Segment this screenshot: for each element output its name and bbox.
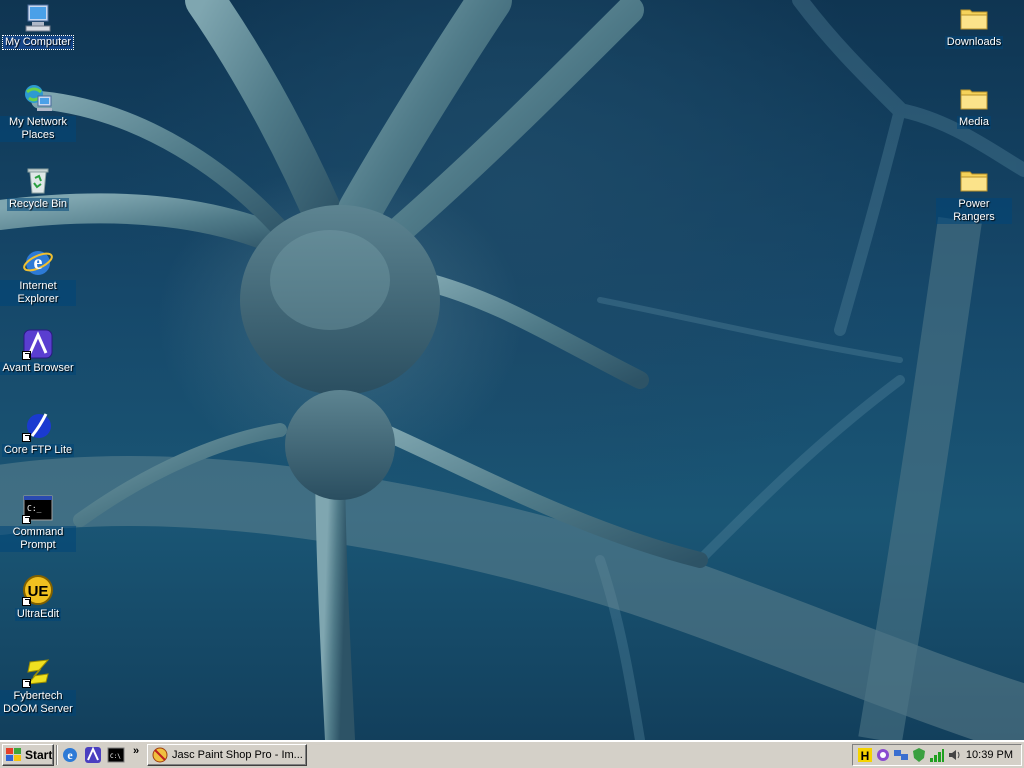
- paint-shop-pro-icon: [152, 747, 168, 763]
- desktop-icon-label: My Computer: [1, 35, 75, 50]
- avant-browser-icon: [22, 328, 54, 360]
- svg-text:C:_: C:_: [27, 504, 42, 513]
- desktop-icon-ultraedit[interactable]: UE UltraEdit: [0, 574, 76, 621]
- windows-logo-icon: [6, 748, 22, 762]
- folder-icon: [958, 2, 990, 34]
- desktop-icon-avant-browser[interactable]: Avant Browser: [0, 328, 76, 375]
- task-label: Jasc Paint Shop Pro - Im...: [172, 749, 303, 761]
- core-ftp-icon: [22, 410, 54, 442]
- desktop-icon-label: UltraEdit: [14, 608, 62, 621]
- folder-icon: [958, 82, 990, 114]
- internet-explorer-quicklaunch-icon[interactable]: e: [61, 746, 79, 764]
- folder-icon: [958, 164, 990, 196]
- desktop-icon-label: Media: [957, 116, 991, 129]
- network-icon[interactable]: [893, 747, 909, 763]
- start-button[interactable]: Start: [2, 744, 54, 766]
- speaker-icon[interactable]: [947, 747, 963, 763]
- desktop-icon-label: Avant Browser: [0, 362, 76, 375]
- svg-text:H: H: [861, 749, 870, 763]
- desktop-icon-recycle-bin[interactable]: Recycle Bin: [0, 164, 76, 211]
- signal-icon[interactable]: [929, 747, 945, 763]
- shortcut-arrow-icon: [22, 679, 31, 688]
- desktop-icon-label: Recycle Bin: [6, 198, 70, 211]
- quick-launch-separator: [56, 745, 58, 765]
- desktop-icon-downloads[interactable]: Downloads: [936, 2, 1012, 49]
- neuron-wallpaper: [0, 0, 1024, 740]
- shortcut-arrow-icon: [22, 515, 31, 524]
- desktop[interactable]: My Computer My Network Places Recycle Bin e…: [0, 0, 1024, 740]
- shortcut-arrow-icon: [22, 597, 31, 606]
- desktop-icon-internet-explorer[interactable]: e Internet Explorer: [0, 246, 76, 306]
- svg-text:e: e: [34, 252, 43, 274]
- network-places-icon: [22, 82, 54, 114]
- desktop-icon-label: Power Rangers: [936, 198, 1012, 224]
- avant-browser-quicklaunch-icon[interactable]: [84, 746, 102, 764]
- command-prompt-icon: C:_: [22, 492, 54, 524]
- desktop-icon-label: Internet Explorer: [0, 280, 76, 306]
- doom-server-icon: [22, 656, 54, 688]
- desktop-icon-label: Downloads: [944, 36, 1004, 49]
- shield-icon[interactable]: [911, 747, 927, 763]
- desktop-icon-label: My Network Places: [0, 116, 76, 142]
- recycle-bin-icon: [22, 164, 54, 196]
- svg-text:C:\: C:\: [110, 753, 121, 760]
- desktop-icon-power-rangers[interactable]: Power Rangers: [936, 164, 1012, 224]
- command-prompt-quicklaunch-icon[interactable]: C:\: [107, 746, 125, 764]
- internet-explorer-icon: e: [22, 246, 54, 278]
- desktop-icon-label: Fybertech DOOM Server: [0, 690, 76, 716]
- hamachi-icon[interactable]: H: [857, 747, 873, 763]
- desktop-icon-media[interactable]: Media: [936, 82, 1012, 129]
- desktop-icon-label: Core FTP Lite: [1, 444, 75, 457]
- desktop-icon-command-prompt[interactable]: C:_ Command Prompt: [0, 492, 76, 552]
- desktop-icon-label: Command Prompt: [0, 526, 76, 552]
- my-computer-icon: [22, 2, 54, 34]
- messenger-icon[interactable]: [875, 747, 891, 763]
- quick-launch-chevron[interactable]: »: [133, 745, 139, 757]
- desktop-icon-my-network-places[interactable]: My Network Places: [0, 82, 76, 142]
- desktop-icon-fybertech-doom-server[interactable]: Fybertech DOOM Server: [0, 656, 76, 716]
- system-tray: H 10:39 PM: [852, 744, 1022, 766]
- desktop-icon-my-computer[interactable]: My Computer: [0, 2, 76, 50]
- task-paint-shop-pro[interactable]: Jasc Paint Shop Pro - Im...: [147, 744, 307, 766]
- shortcut-arrow-icon: [22, 351, 31, 360]
- ultraedit-icon: UE: [22, 574, 54, 606]
- clock[interactable]: 10:39 PM: [966, 749, 1013, 761]
- shortcut-arrow-icon: [22, 433, 31, 442]
- taskbar: Start e C:\ » Jasc Paint Shop Pro - Im..…: [0, 740, 1024, 768]
- start-label: Start: [25, 748, 53, 762]
- desktop-icon-core-ftp-lite[interactable]: Core FTP Lite: [0, 410, 76, 457]
- svg-text:e: e: [67, 748, 73, 762]
